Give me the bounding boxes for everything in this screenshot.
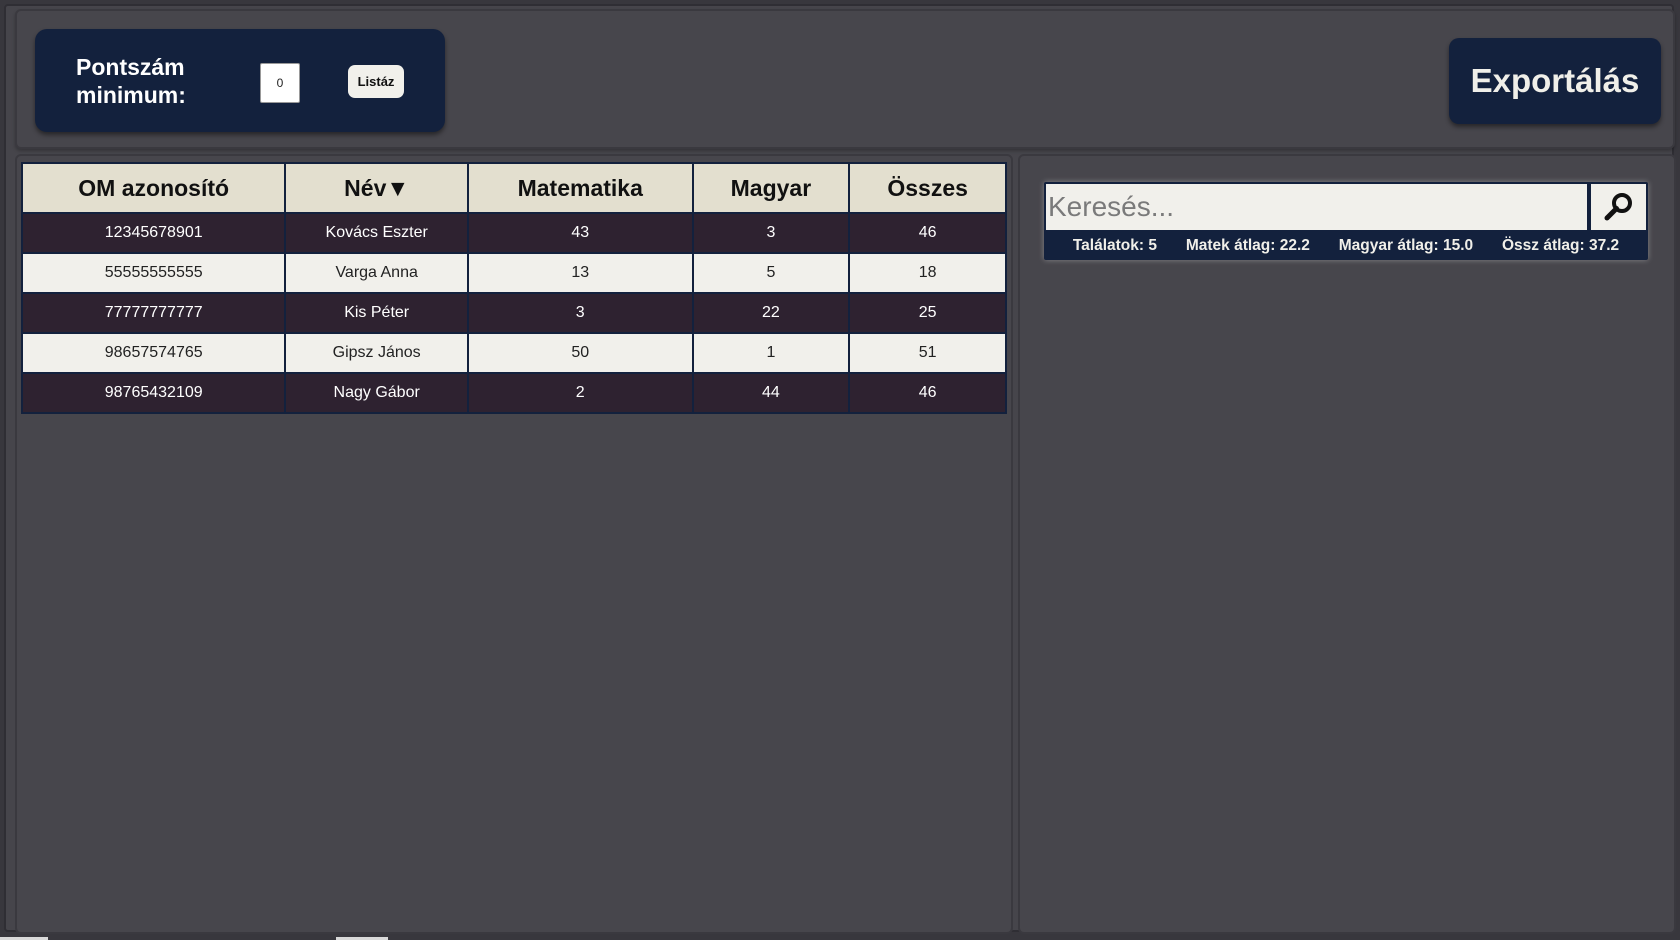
export-button[interactable]: Exportálás (1449, 38, 1661, 124)
cell-math: 50 (466, 332, 694, 374)
results-table: OM azonosító Név▼ Matematika Magyar Össz… (20, 162, 1007, 414)
total-average: Össz átlag: 37.2 (1501, 237, 1620, 254)
search-panel: Találatok: 5 Matek átlag: 22.2 Magyar át… (1018, 154, 1676, 934)
cell-total: 46 (848, 212, 1007, 254)
cell-name: Varga Anna (284, 252, 469, 294)
table-row[interactable]: 98657574765 Gipsz János 50 1 51 (20, 332, 1007, 374)
cell-math: 13 (466, 252, 694, 294)
cell-om: 98765432109 (20, 372, 287, 414)
cell-om: 55555555555 (20, 252, 287, 294)
column-header-hungarian[interactable]: Magyar (691, 162, 851, 214)
search-icon (1604, 193, 1632, 221)
cell-hungarian: 3 (691, 212, 851, 254)
cell-om: 98657574765 (20, 332, 287, 374)
stats-bar: Találatok: 5 Matek átlag: 22.2 Magyar át… (1044, 234, 1648, 258)
list-button[interactable]: Listáz (348, 65, 404, 98)
column-header-om[interactable]: OM azonosító (20, 162, 287, 214)
cell-name: Kis Péter (284, 292, 469, 334)
cell-math: 2 (466, 372, 694, 414)
cell-hungarian: 5 (691, 252, 851, 294)
table-row[interactable]: 98765432109 Nagy Gábor 2 44 46 (20, 372, 1007, 414)
table-header-row: OM azonosító Név▼ Matematika Magyar Össz… (20, 162, 1007, 214)
cell-total: 18 (848, 252, 1007, 294)
cell-math: 43 (466, 212, 694, 254)
results-panel: OM azonosító Név▼ Matematika Magyar Össz… (15, 154, 1013, 934)
cell-hungarian: 44 (691, 372, 851, 414)
cell-om: 12345678901 (20, 212, 287, 254)
app-window: Pontszám minimum: Listáz Exportálás OM a… (4, 4, 1676, 934)
search-box: Találatok: 5 Matek átlag: 22.2 Magyar át… (1044, 182, 1648, 260)
header-bar: Pontszám minimum: Listáz Exportálás (15, 9, 1675, 149)
score-filter-panel: Pontszám minimum: Listáz (35, 29, 445, 132)
table-row[interactable]: 77777777777 Kis Péter 3 22 25 (20, 292, 1007, 334)
cell-hungarian: 22 (691, 292, 851, 334)
hits-count: Találatok: 5 (1072, 237, 1157, 254)
cell-name: Nagy Gábor (284, 372, 469, 414)
cell-total: 25 (848, 292, 1007, 334)
min-score-input[interactable] (260, 63, 300, 103)
search-input[interactable] (1046, 184, 1587, 230)
column-header-total[interactable]: Összes (848, 162, 1007, 214)
cell-hungarian: 1 (691, 332, 851, 374)
column-header-math[interactable]: Matematika (466, 162, 694, 214)
min-score-label: Pontszám minimum: (76, 54, 186, 108)
table-row[interactable]: 55555555555 Varga Anna 13 5 18 (20, 252, 1007, 294)
table-row[interactable]: 12345678901 Kovács Eszter 43 3 46 (20, 212, 1007, 254)
cell-om: 77777777777 (20, 292, 287, 334)
cell-name: Kovács Eszter (284, 212, 469, 254)
cell-total: 46 (848, 372, 1007, 414)
column-header-name[interactable]: Név▼ (284, 162, 469, 214)
cell-math: 3 (466, 292, 694, 334)
search-button[interactable] (1591, 184, 1646, 230)
cell-name: Gipsz János (284, 332, 469, 374)
math-average: Matek átlag: 22.2 (1185, 237, 1310, 254)
hungarian-average: Magyar átlag: 15.0 (1338, 237, 1474, 254)
cell-total: 51 (848, 332, 1007, 374)
